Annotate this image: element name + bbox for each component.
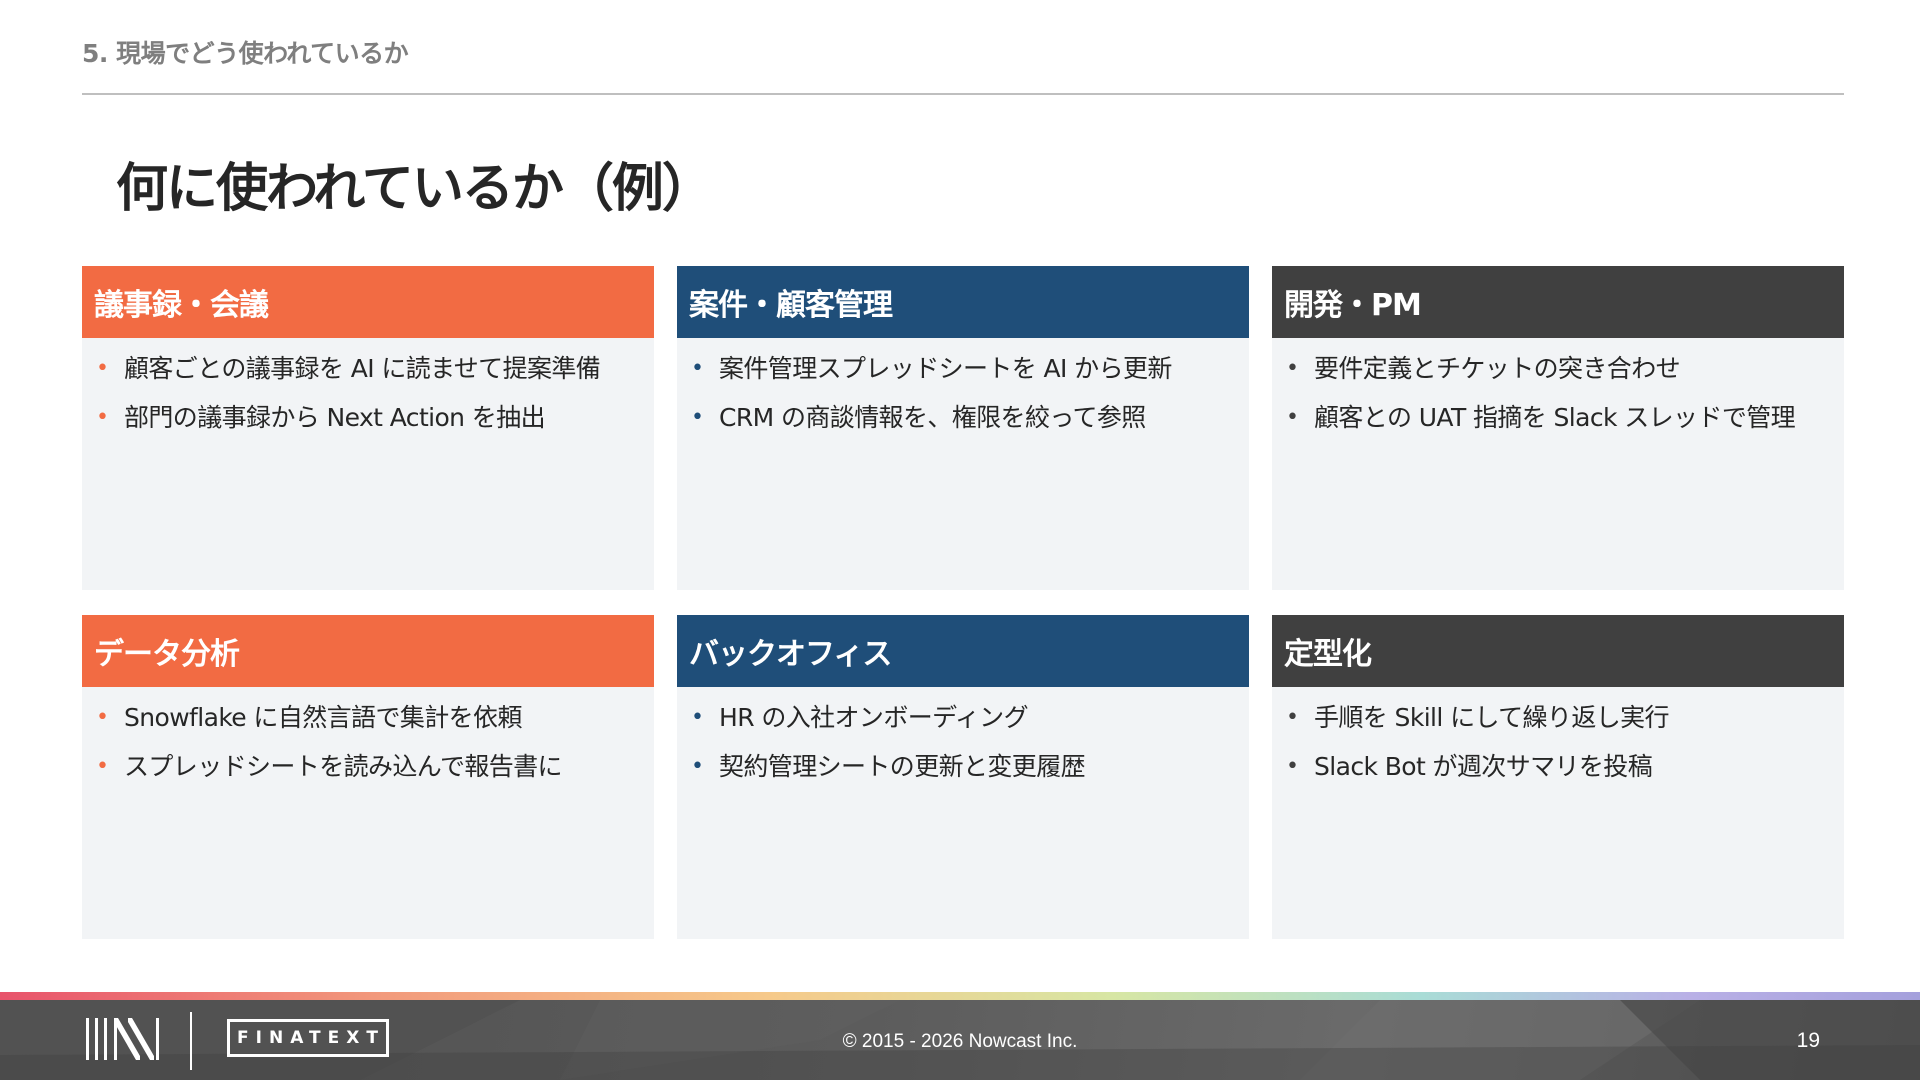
list-item-text: 顧客との UAT 指摘を Slack スレッドで管理: [1314, 403, 1796, 432]
list-item-text: CRM の商談情報を、権限を絞って参照: [719, 403, 1146, 432]
copyright-text: © 2015 - 2026 Nowcast Inc.: [842, 1031, 1078, 1052]
list-item: • 顧客との UAT 指摘を Slack スレッドで管理: [1272, 393, 1844, 442]
card-development-pm: 開発・PM • 要件定義とチケットの突き合わせ • 顧客との UAT 指摘を Sla…: [1272, 266, 1844, 590]
card-customer-management: 案件・顧客管理 • 案件管理スプレッドシートを AI から更新 • CRM の商談情…: [677, 266, 1249, 590]
card-header: バックオフィス: [677, 615, 1249, 687]
page-number: 19: [1796, 1029, 1820, 1052]
card-header: 開発・PM: [1272, 266, 1844, 338]
header-divider: [82, 93, 1844, 95]
bullet-icon: •: [1286, 405, 1299, 430]
list-item: • Snowflake に自然言語で集計を依頼: [82, 693, 654, 742]
bullet-icon: •: [691, 754, 704, 779]
bullet-icon: •: [691, 356, 704, 381]
list-item: • CRM の商談情報を、権限を絞って参照: [677, 393, 1249, 442]
use-case-grid: 議事録・会議 • 顧客ごとの議事録を AI に読ませて提案準備 • 部門の議事録から…: [82, 266, 1844, 939]
card-item-list: • 顧客ごとの議事録を AI に読ませて提案準備 • 部門の議事録から Next A…: [82, 338, 654, 442]
card-item-list: • 手順を Skill にして繰り返し実行 • Slack Bot が週次サマリを投…: [1272, 687, 1844, 791]
bullet-icon: •: [96, 356, 109, 381]
list-item-text: Slack Bot が週次サマリを投稿: [1314, 752, 1653, 781]
list-item: • 部門の議事録から Next Action を抽出: [82, 393, 654, 442]
footer-gradient-stripe: [0, 992, 1920, 1000]
card-data-analysis: データ分析 • Snowflake に自然言語で集計を依頼 • スプレッドシートを読…: [82, 615, 654, 939]
card-header: 定型化: [1272, 615, 1844, 687]
bullet-icon: •: [1286, 705, 1299, 730]
list-item-text: Snowflake に自然言語で集計を依頼: [124, 703, 522, 732]
list-item-text: 案件管理スプレッドシートを AI から更新: [719, 354, 1172, 383]
list-item-text: HR の入社オンボーディング: [719, 703, 1029, 732]
list-item: • 顧客ごとの議事録を AI に読ませて提案準備: [82, 344, 654, 393]
card-header: 議事録・会議: [82, 266, 654, 338]
card-header: 案件・顧客管理: [677, 266, 1249, 338]
list-item-text: 要件定義とチケットの突き合わせ: [1314, 354, 1681, 383]
list-item-text: 手順を Skill にして繰り返し実行: [1314, 703, 1670, 732]
card-back-office: バックオフィス • HR の入社オンボーディング • 契約管理シートの更新と変更履歴: [677, 615, 1249, 939]
bullet-icon: •: [96, 705, 109, 730]
bullet-icon: •: [691, 705, 704, 730]
card-meetings: 議事録・会議 • 顧客ごとの議事録を AI に読ませて提案準備 • 部門の議事録から…: [82, 266, 654, 590]
bullet-icon: •: [691, 405, 704, 430]
slide-title: 何に使われているか（例）: [116, 159, 714, 219]
list-item-text: 顧客ごとの議事録を AI に読ませて提案準備: [124, 354, 601, 383]
list-item: • Slack Bot が週次サマリを投稿: [1272, 742, 1844, 791]
list-item: • 手順を Skill にして繰り返し実行: [1272, 693, 1844, 742]
bullet-icon: •: [1286, 356, 1299, 381]
list-item: • 契約管理シートの更新と変更履歴: [677, 742, 1249, 791]
card-item-list: • HR の入社オンボーディング • 契約管理シートの更新と変更履歴: [677, 687, 1249, 791]
list-item: • 案件管理スプレッドシートを AI から更新: [677, 344, 1249, 393]
section-label: 5. 現場でどう使われているか: [82, 39, 409, 68]
card-item-list: • Snowflake に自然言語で集計を依頼 • スプレッドシートを読み込んで報告…: [82, 687, 654, 791]
card-header: データ分析: [82, 615, 654, 687]
bullet-icon: •: [1286, 754, 1299, 779]
bullet-icon: •: [96, 405, 109, 430]
list-item: • スプレッドシートを読み込んで報告書に: [82, 742, 654, 791]
card-item-list: • 要件定義とチケットの突き合わせ • 顧客との UAT 指摘を Slack スレッ…: [1272, 338, 1844, 442]
list-item-text: 部門の議事録から Next Action を抽出: [124, 403, 546, 432]
list-item: • 要件定義とチケットの突き合わせ: [1272, 344, 1844, 393]
card-routinization: 定型化 • 手順を Skill にして繰り返し実行 • Slack Bot が週次サ…: [1272, 615, 1844, 939]
card-item-list: • 案件管理スプレッドシートを AI から更新 • CRM の商談情報を、権限を絞っ…: [677, 338, 1249, 442]
bullet-icon: •: [96, 754, 109, 779]
list-item-text: スプレッドシートを読み込んで報告書に: [124, 752, 563, 781]
list-item: • HR の入社オンボーディング: [677, 693, 1249, 742]
slide: 5. 現場でどう使われているか 何に使われているか（例） 議事録・会議 • 顧客ご…: [0, 0, 1920, 1080]
list-item-text: 契約管理シートの更新と変更履歴: [719, 752, 1086, 781]
